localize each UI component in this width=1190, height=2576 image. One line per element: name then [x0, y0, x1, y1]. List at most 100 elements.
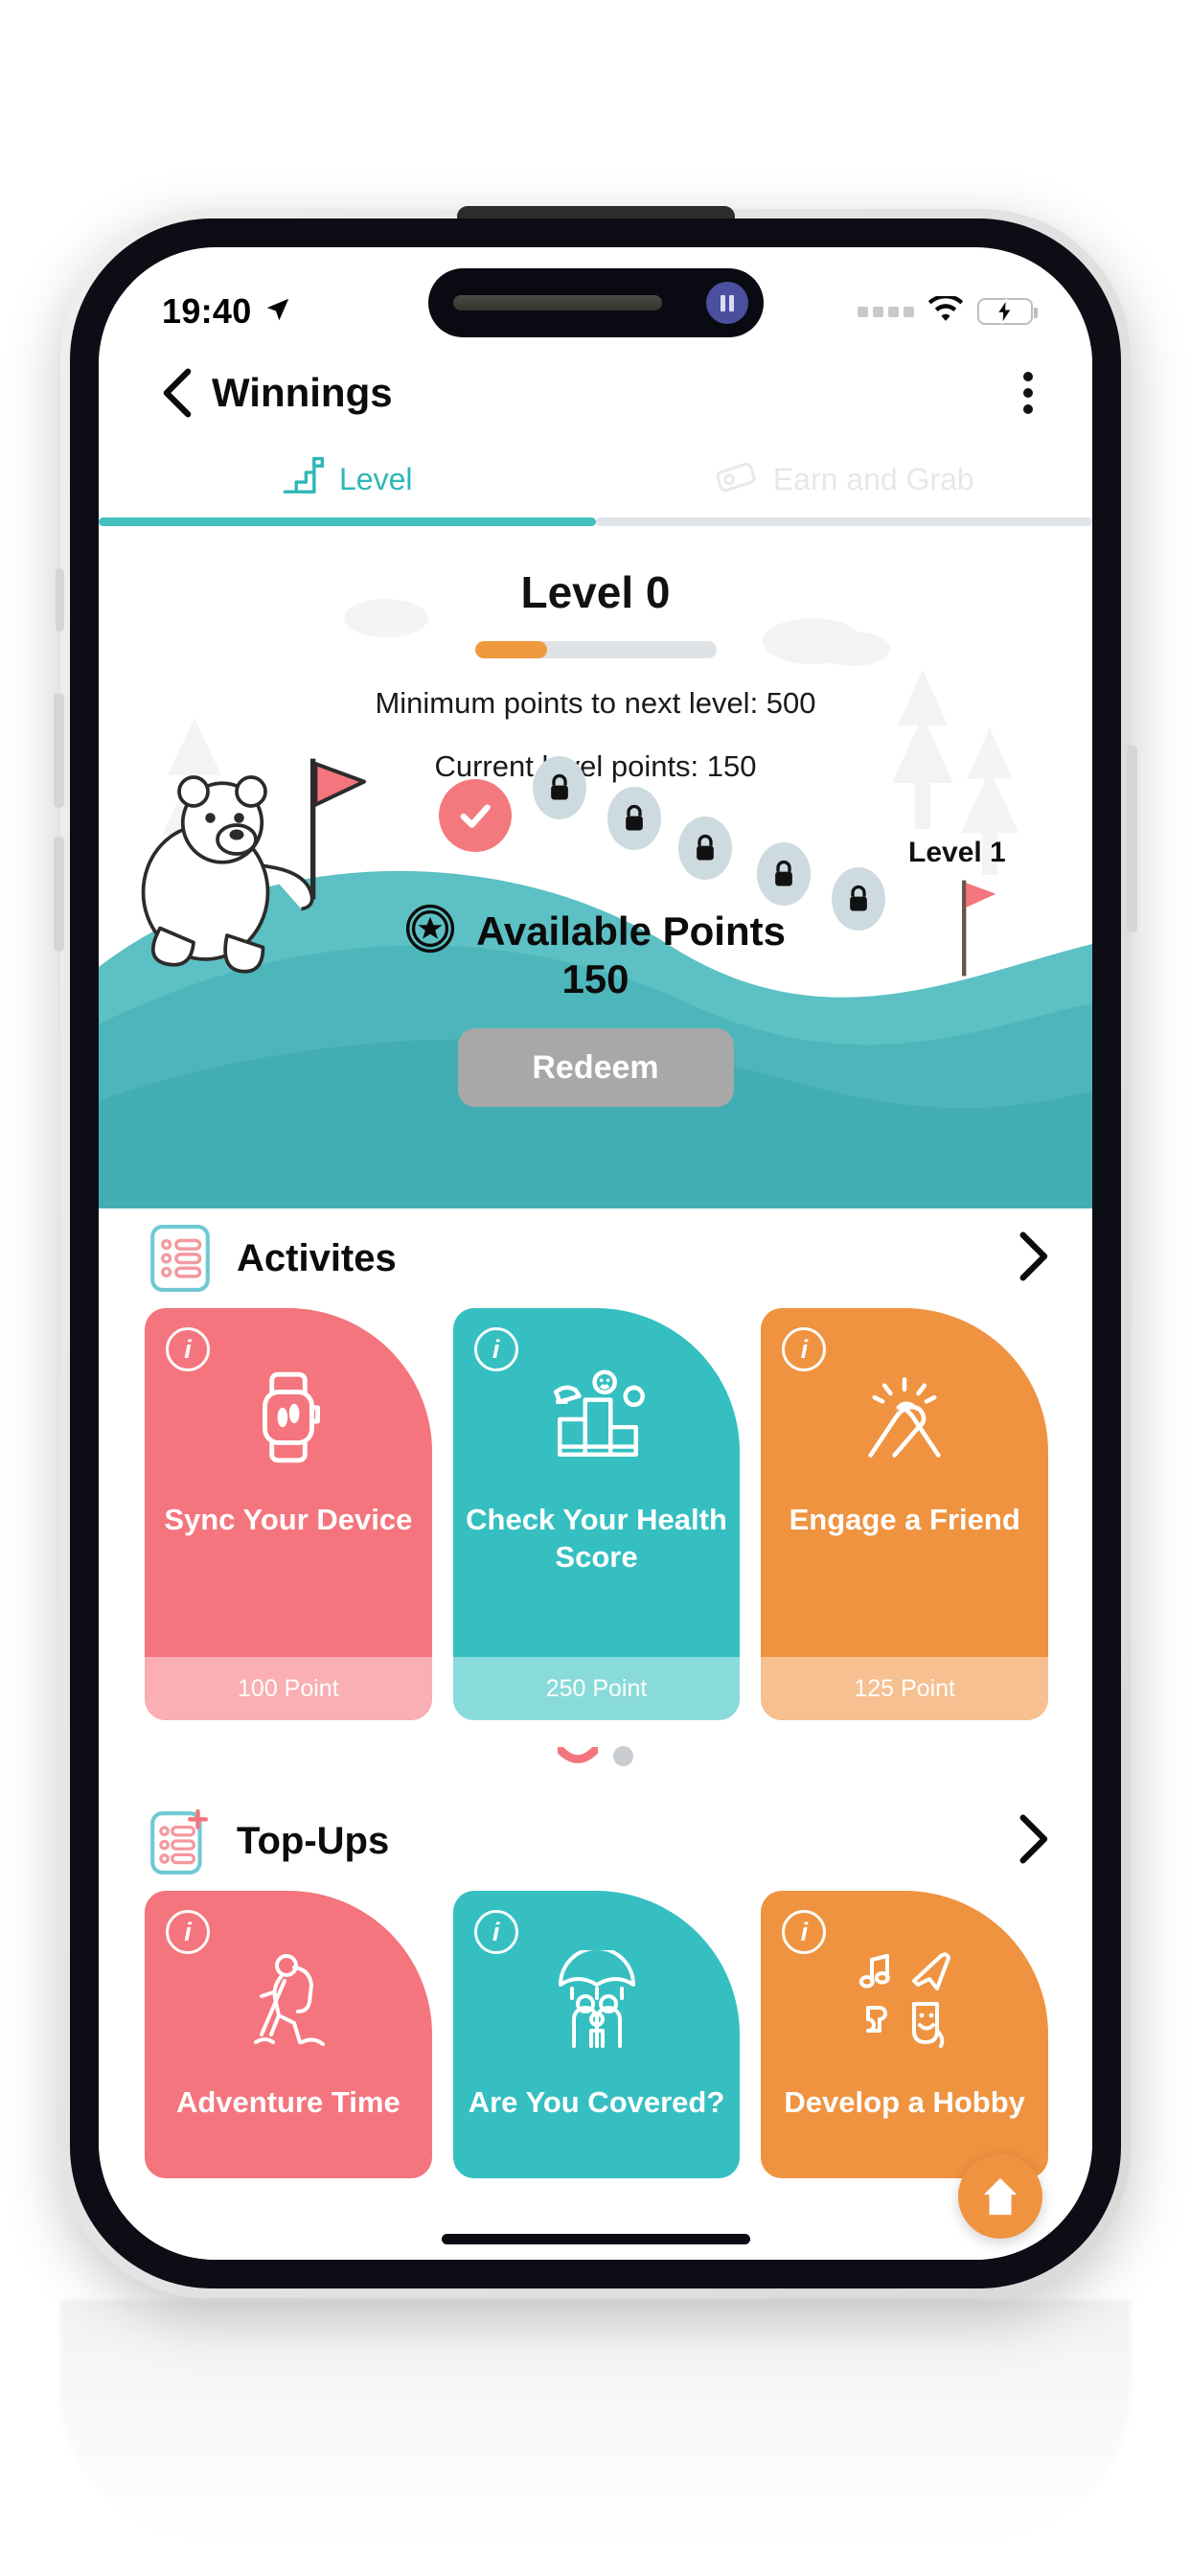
level-progress-fill — [474, 641, 548, 658]
activity-card-row: i Sync Your Device 100 Point i Check You… — [99, 1308, 1092, 1720]
info-icon[interactable]: i — [166, 1327, 210, 1371]
activity-card-title: Check Your Health Score — [466, 1503, 727, 1574]
redeem-button[interactable]: Redeem — [457, 1028, 734, 1107]
topup-card-row: i Adventure Time i Are You Covered? i De… — [99, 1891, 1092, 2178]
topup-card-title: Are You Covered? — [468, 2085, 725, 2119]
chevron-right-icon[interactable] — [1016, 1231, 1048, 1286]
chevron-right-icon[interactable] — [1016, 1814, 1048, 1869]
activity-card-points: 250 Point — [452, 1657, 741, 1720]
lock-icon — [551, 773, 568, 800]
home-icon — [983, 2177, 1018, 2216]
smartwatch-icon — [242, 1360, 334, 1475]
tab-indicator-active — [99, 518, 596, 526]
home-fab-button[interactable] — [958, 2154, 1042, 2239]
carousel-pagination — [99, 1720, 1092, 1791]
info-icon[interactable]: i — [473, 1327, 518, 1371]
tab-earn-and-grab[interactable]: Earn and Grab — [596, 439, 1093, 519]
kebab-menu-icon — [1023, 388, 1033, 398]
activity-card-title: Engage a Friend — [789, 1503, 1020, 1536]
back-button[interactable] — [152, 363, 202, 423]
section-header-topups[interactable]: Top-Ups — [99, 1791, 1092, 1891]
activity-card-title: Sync Your Device — [164, 1503, 413, 1536]
topup-card-adventure-time[interactable]: i Adventure Time — [145, 1891, 432, 2178]
tab-bar: Level Earn and Grab — [99, 439, 1092, 519]
activity-card-engage-friend[interactable]: i Engage a Friend 125 Point — [761, 1308, 1049, 1720]
tab-level-label: Level — [339, 461, 413, 496]
hiker-icon — [242, 1943, 334, 2058]
info-icon[interactable]: i — [782, 1910, 827, 1954]
phone-device: 19:40 Winnings Level Earn and Grab Level… — [54, 206, 1137, 2298]
info-icon[interactable]: i — [166, 1910, 210, 1954]
battery-charging-icon — [977, 298, 1038, 325]
current-level-title: Level 0 — [520, 567, 671, 617]
power-button[interactable] — [1127, 746, 1137, 932]
status-bar-right — [858, 293, 1038, 328]
activity-card-points: 100 Point — [145, 1657, 432, 1720]
tab-indicator-rest — [595, 518, 1092, 526]
activity-card-sync-device[interactable]: i Sync Your Device 100 Point — [145, 1308, 432, 1720]
hobby-icons — [852, 1943, 957, 2058]
section-title-activities: Activites — [237, 1236, 397, 1279]
info-icon[interactable]: i — [473, 1910, 518, 1954]
lock-icon — [775, 860, 792, 886]
list-plus-icon — [147, 1806, 214, 1876]
handshake-icon — [855, 1360, 954, 1475]
tab-level[interactable]: Level — [99, 439, 596, 519]
volume-up-button[interactable] — [54, 693, 64, 808]
topup-card-are-you-covered[interactable]: i Are You Covered? — [452, 1891, 741, 2178]
available-points-row: Available Points — [99, 904, 1092, 958]
level-step-locked[interactable] — [757, 842, 811, 906]
location-arrow-icon — [263, 295, 292, 329]
section-title-topups: Top-Ups — [237, 1819, 390, 1862]
lock-icon — [697, 834, 714, 861]
stairs-flag-icon — [282, 456, 324, 503]
topup-card-develop-hobby[interactable]: i Develop a Hobby — [761, 1891, 1049, 2178]
lock-icon — [626, 804, 643, 831]
content-area: Activites i Sync Your Device 100 Point i… — [99, 1208, 1092, 2260]
available-points-value: 150 — [561, 956, 629, 1001]
island-activity-indicator[interactable] — [705, 282, 748, 324]
volume-down-button[interactable] — [54, 837, 64, 952]
island-pill — [452, 295, 662, 310]
ticket-icon — [714, 458, 758, 501]
level-step-locked[interactable] — [678, 816, 732, 880]
level-step-completed[interactable] — [439, 779, 512, 852]
tab-earn-and-grab-label: Earn and Grab — [772, 461, 974, 496]
available-points-label: Available Points — [476, 908, 786, 954]
status-bar-left: 19:40 — [162, 291, 292, 332]
pause-bar — [728, 294, 734, 311]
page-title: Winnings — [212, 370, 393, 415]
list-checklist-icon — [147, 1223, 214, 1294]
topup-card-title: Develop a Hobby — [784, 2085, 1025, 2119]
level-hero-panel: Level 0 Minimum points to next level: 50… — [99, 526, 1092, 1208]
overflow-menu-button[interactable] — [1012, 362, 1044, 424]
level-progress-bar — [474, 641, 717, 658]
kebab-menu-icon — [1023, 404, 1033, 414]
wifi-icon — [927, 293, 964, 328]
check-circle-icon — [460, 804, 491, 828]
carousel-dot[interactable] — [613, 1745, 633, 1766]
info-icon[interactable]: i — [782, 1327, 827, 1371]
mute-switch[interactable] — [56, 568, 64, 632]
flag-icon — [310, 758, 366, 900]
home-indicator[interactable] — [441, 2234, 750, 2244]
minimum-points-text: Minimum points to next level: 500 — [375, 686, 816, 720]
level-step-locked[interactable] — [607, 787, 661, 850]
phone-body: 19:40 Winnings Level Earn and Grab Level… — [70, 218, 1121, 2288]
phone-reflection — [60, 2300, 1131, 2540]
section-header-activities[interactable]: Activites — [99, 1208, 1092, 1308]
topup-card-title: Adventure Time — [175, 2085, 400, 2119]
umbrella-family-icon — [549, 1943, 645, 2058]
kebab-menu-icon — [1023, 372, 1033, 381]
activity-card-points: 125 Point — [761, 1657, 1049, 1720]
phone-screen: 19:40 Winnings Level Earn and Grab Level… — [99, 247, 1092, 2260]
nav-bar: Winnings — [99, 347, 1092, 439]
carousel-dot-active[interactable] — [555, 1744, 601, 1764]
level-step-locked[interactable] — [533, 756, 586, 819]
activity-card-health-score[interactable]: i Check Your Health Score 250 Point — [452, 1308, 741, 1720]
pause-bar — [720, 294, 725, 311]
screenshot-stage: 19:40 Winnings Level Earn and Grab Level… — [0, 0, 1190, 2576]
next-level-label: Level 1 — [908, 837, 1006, 868]
star-badge-icon — [405, 904, 455, 958]
tab-indicator — [99, 518, 1092, 526]
